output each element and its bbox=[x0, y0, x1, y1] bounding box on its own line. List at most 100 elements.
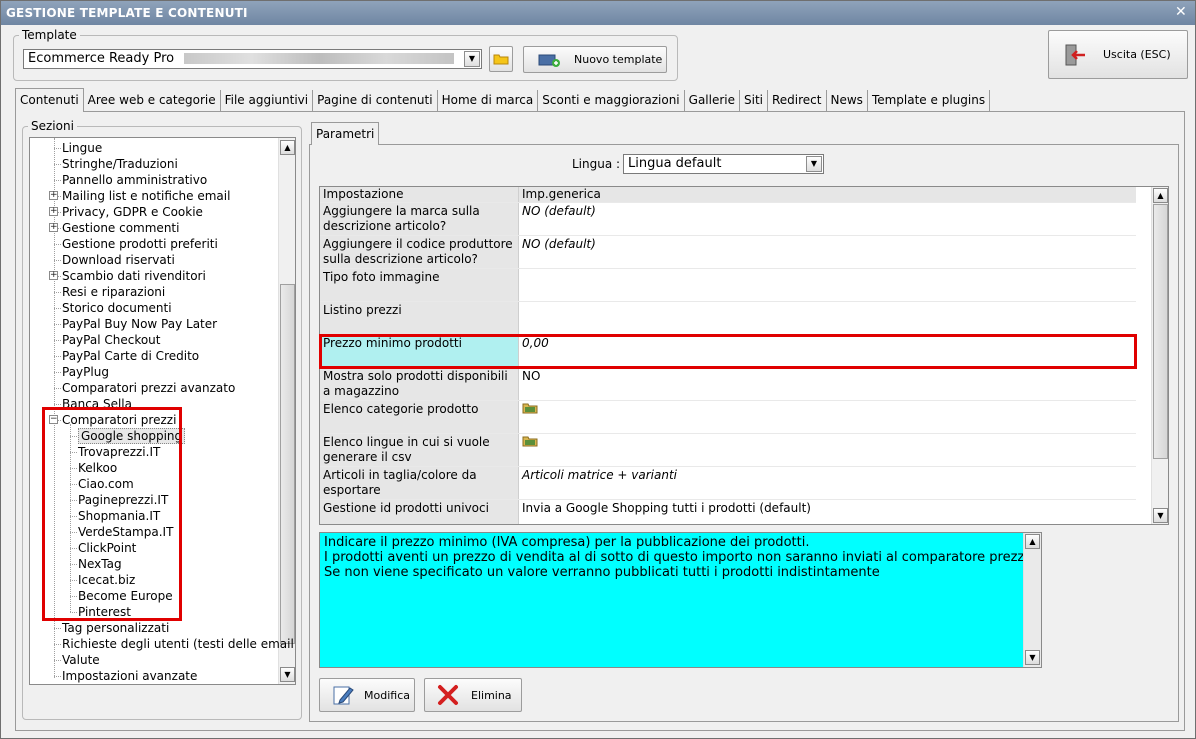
tree-item[interactable]: Pagineprezzi.IT bbox=[78, 492, 168, 508]
sections-group-label: Sezioni bbox=[28, 119, 77, 133]
grid-row[interactable]: Tipo foto immagine bbox=[320, 269, 1136, 302]
title-bar: GESTIONE TEMPLATE E CONTENUTI ✕ bbox=[1, 1, 1195, 25]
tree-item[interactable]: Pannello amministrativo bbox=[62, 172, 207, 188]
grid-setting-value[interactable] bbox=[519, 434, 1136, 466]
tree-item[interactable]: Banca Sella bbox=[62, 396, 132, 412]
tree-item[interactable]: Resi e riparazioni bbox=[62, 284, 165, 300]
grid-row[interactable]: Elenco categorie prodotto bbox=[320, 401, 1136, 434]
tab-contenuti[interactable]: Contenuti bbox=[15, 88, 84, 112]
tab-home-di-marca[interactable]: Home di marca bbox=[438, 90, 539, 112]
tree-item[interactable]: Stringhe/Traduzioni bbox=[62, 156, 178, 172]
scroll-up-arrow[interactable]: ▲ bbox=[1153, 188, 1168, 203]
grid-setting-value[interactable] bbox=[519, 302, 1136, 334]
tree-item[interactable]: Lingue bbox=[62, 140, 102, 156]
tab-parametri[interactable]: Parametri bbox=[311, 122, 380, 145]
scroll-thumb[interactable] bbox=[1153, 204, 1168, 459]
tree-item[interactable]: Ciao.com bbox=[78, 476, 134, 492]
expand-icon[interactable]: + bbox=[49, 207, 58, 216]
tree-scrollbar[interactable]: ▲ ▼ bbox=[278, 138, 295, 684]
tree-item[interactable]: PayPlug bbox=[62, 364, 109, 380]
description-scrollbar[interactable]: ▲ ▼ bbox=[1023, 533, 1041, 667]
collapse-icon[interactable]: − bbox=[49, 415, 58, 424]
tab-pagine-di-contenuti[interactable]: Pagine di contenuti bbox=[313, 90, 438, 112]
grid-setting-value[interactable]: NO (default) bbox=[519, 236, 1136, 268]
tree-item[interactable]: Become Europe bbox=[78, 588, 173, 604]
tree-item[interactable]: Impostazioni avanzate bbox=[62, 668, 197, 684]
expand-icon[interactable]: + bbox=[49, 223, 58, 232]
tree-item[interactable]: Comparatori prezzi avanzato bbox=[62, 380, 235, 396]
tree-item[interactable]: Google shopping bbox=[78, 428, 186, 444]
grid-row[interactable]: Aggiungere la marca sulla descrizione ar… bbox=[320, 203, 1136, 236]
tab-file-aggiuntivi[interactable]: File aggiuntivi bbox=[221, 90, 314, 112]
expand-icon[interactable]: + bbox=[49, 271, 58, 280]
open-folder-button[interactable] bbox=[489, 46, 513, 72]
tree-item[interactable]: Pinterest bbox=[78, 604, 131, 620]
tab-siti[interactable]: Siti bbox=[740, 90, 768, 112]
tree-item[interactable]: Gestione commenti bbox=[62, 220, 179, 236]
close-icon[interactable]: ✕ bbox=[1173, 5, 1189, 21]
modify-button[interactable]: Modifica bbox=[319, 678, 415, 712]
tree-item[interactable]: Valute bbox=[62, 652, 100, 668]
scroll-down-arrow[interactable]: ▼ bbox=[1153, 508, 1168, 523]
sections-tree[interactable]: ▲ ▼ Lingue Stringhe/Traduzioni Pannello am… bbox=[29, 137, 296, 685]
grid-row[interactable]: Prezzo minimo prodotti 0,00 bbox=[320, 335, 1136, 368]
lingua-label: Lingua : bbox=[572, 157, 621, 171]
tree-item[interactable]: Gestione prodotti preferiti bbox=[62, 236, 218, 252]
delete-button[interactable]: Elimina bbox=[424, 678, 522, 712]
grid-row[interactable]: Aggiungere il codice produttore sulla de… bbox=[320, 236, 1136, 269]
grid-row[interactable]: Elenco lingue in cui si vuole generare i… bbox=[320, 434, 1136, 467]
tree-item[interactable]: Download riservati bbox=[62, 252, 175, 268]
scroll-down-arrow[interactable]: ▼ bbox=[1025, 650, 1040, 665]
chevron-down-icon[interactable]: ▼ bbox=[464, 51, 480, 67]
scroll-up-arrow[interactable]: ▲ bbox=[280, 140, 295, 155]
grid-setting-value[interactable]: Invia a Google Shopping tutti i prodotti… bbox=[519, 500, 1136, 524]
chevron-down-icon[interactable]: ▼ bbox=[806, 156, 822, 172]
tree-item[interactable]: Shopmania.IT bbox=[78, 508, 160, 524]
grid-setting-value[interactable]: NO (default) bbox=[519, 203, 1136, 235]
expand-icon[interactable]: + bbox=[49, 191, 58, 200]
tab-sconti-e-maggiorazioni[interactable]: Sconti e maggiorazioni bbox=[538, 90, 685, 112]
grid-setting-value[interactable]: NO bbox=[519, 368, 1136, 400]
tree-item[interactable]: Storico documenti bbox=[62, 300, 172, 316]
scroll-down-arrow[interactable]: ▼ bbox=[280, 667, 295, 682]
grid-setting-value[interactable] bbox=[519, 401, 1136, 433]
tree-item[interactable]: PayPal Checkout bbox=[62, 332, 161, 348]
tree-item[interactable]: NexTag bbox=[78, 556, 122, 572]
tree-item[interactable]: Comparatori prezzi bbox=[62, 412, 176, 428]
tab-news[interactable]: News bbox=[827, 90, 868, 112]
tree-item[interactable]: PayPal Buy Now Pay Later bbox=[62, 316, 217, 332]
grid-setting-value[interactable]: Articoli matrice + varianti bbox=[519, 467, 1136, 499]
grid-row[interactable]: Listino prezzi bbox=[320, 302, 1136, 335]
scroll-up-arrow[interactable]: ▲ bbox=[1025, 534, 1040, 549]
tree-guide-line bbox=[70, 548, 77, 549]
lingua-select[interactable]: Lingua default ▼ bbox=[623, 154, 824, 174]
grid-row[interactable]: Articoli in taglia/colore da esportare Ar… bbox=[320, 467, 1136, 500]
tab-gallerie[interactable]: Gallerie bbox=[685, 90, 740, 112]
exit-button[interactable]: Uscita (ESC) bbox=[1048, 30, 1188, 79]
grid-setting-value[interactable] bbox=[519, 269, 1136, 301]
tree-item[interactable]: Tag personalizzati bbox=[62, 620, 169, 636]
folder-icon[interactable] bbox=[522, 435, 538, 447]
new-template-button[interactable]: Nuovo template bbox=[523, 46, 667, 73]
scroll-thumb[interactable] bbox=[280, 284, 295, 644]
tab-aree-web-e-categorie[interactable]: Aree web e categorie bbox=[84, 90, 221, 112]
modify-label: Modifica bbox=[364, 688, 410, 702]
template-select[interactable]: Ecommerce Ready Pro ▼ bbox=[23, 49, 482, 69]
grid-scrollbar[interactable]: ▲ ▼ bbox=[1151, 187, 1168, 524]
tree-item[interactable]: Trovaprezzi.IT bbox=[78, 444, 160, 460]
tree-item[interactable]: Richieste degli utenti (testi delle emai… bbox=[62, 636, 295, 652]
tab-redirect[interactable]: Redirect bbox=[768, 90, 827, 112]
grid-row[interactable]: Gestione id prodotti univoci Invia a Goog… bbox=[320, 500, 1136, 524]
tree-item[interactable]: Mailing list e notifiche email bbox=[62, 188, 230, 204]
tree-item[interactable]: Privacy, GDPR e Cookie bbox=[62, 204, 203, 220]
tree-item[interactable]: Icecat.biz bbox=[78, 572, 135, 588]
grid-row[interactable]: Mostra solo prodotti disponibili a magaz… bbox=[320, 368, 1136, 401]
tree-item[interactable]: PayPal Carte di Credito bbox=[62, 348, 199, 364]
tree-item[interactable]: ClickPoint bbox=[78, 540, 136, 556]
grid-setting-value[interactable]: 0,00 bbox=[519, 335, 1136, 367]
tab-template-e-plugins[interactable]: Template e plugins bbox=[868, 90, 991, 112]
tree-item[interactable]: VerdeStampa.IT bbox=[78, 524, 173, 540]
folder-icon[interactable] bbox=[522, 402, 538, 414]
tree-item[interactable]: Kelkoo bbox=[78, 460, 117, 476]
tree-item[interactable]: Scambio dati rivenditori bbox=[62, 268, 206, 284]
